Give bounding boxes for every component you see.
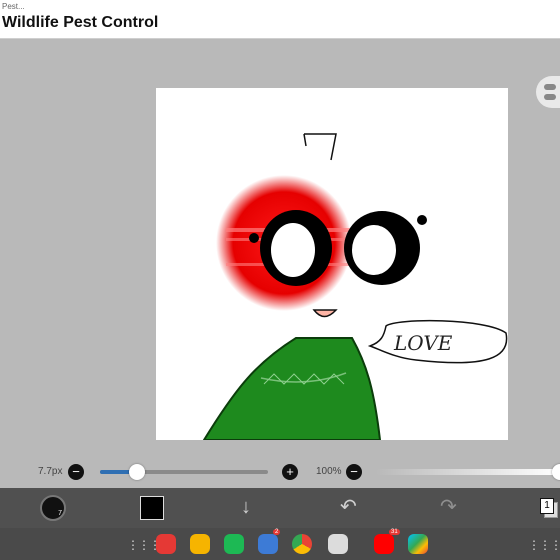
youtube-badge: 31: [389, 529, 400, 535]
drawing-canvas[interactable]: LOVE: [156, 88, 508, 440]
system-taskbar: ⋮⋮⋮ 2 31 ⋮⋮⋮: [0, 528, 560, 560]
bottom-toolbar: 7 ↓ ↶ ↷ 1: [0, 488, 560, 528]
notes-app-icon[interactable]: [156, 534, 176, 554]
folder-app-icon[interactable]: [190, 534, 210, 554]
page-title: Wildlife Pest Control: [2, 14, 159, 31]
opacity-decrease-button[interactable]: −: [346, 464, 362, 480]
camera-app-icon[interactable]: [328, 534, 348, 554]
breadcrumb[interactable]: Pest...: [2, 2, 25, 11]
speech-text: LOVE: [393, 331, 453, 355]
color-swatch[interactable]: [140, 496, 164, 520]
opacity-slider[interactable]: [376, 464, 560, 480]
drawing-artwork: LOVE: [202, 133, 508, 440]
brush-size-decrease-button[interactable]: −: [68, 464, 84, 480]
play-store-app-icon[interactable]: [408, 534, 428, 554]
panel-toggle-button[interactable]: [536, 76, 560, 108]
brush-size-label: 7.7px: [38, 466, 63, 477]
toggle-icon: [544, 84, 556, 90]
messages-app-icon[interactable]: [258, 534, 278, 554]
layers-button[interactable]: 1: [540, 498, 558, 518]
opacity-thumb[interactable]: [552, 464, 560, 480]
download-icon[interactable]: ↓: [241, 496, 251, 518]
opacity-label: 100%: [316, 466, 342, 477]
messages-badge: 2: [273, 529, 281, 535]
undo-icon[interactable]: ↶: [340, 496, 357, 518]
brush-size-thumb[interactable]: [128, 464, 145, 480]
youtube-app-icon[interactable]: [374, 534, 394, 554]
app-header: Pest... Wildlife Pest Control: [0, 0, 560, 39]
redo-icon[interactable]: ↷: [440, 496, 457, 518]
chrome-app-icon[interactable]: [292, 534, 312, 554]
brush-size-slider[interactable]: [100, 464, 268, 480]
brush-size-value: 7: [58, 510, 62, 517]
recent-apps-icon[interactable]: ⋮⋮⋮: [528, 538, 560, 552]
layers-icon: 1: [540, 498, 554, 514]
brush-size-increase-button[interactable]: +: [282, 464, 298, 480]
phone-app-icon[interactable]: [224, 534, 244, 554]
brush-sliders: 7.7px − + 100% −: [0, 460, 560, 488]
sweater: [202, 337, 382, 440]
brush-button[interactable]: 7: [40, 495, 66, 521]
